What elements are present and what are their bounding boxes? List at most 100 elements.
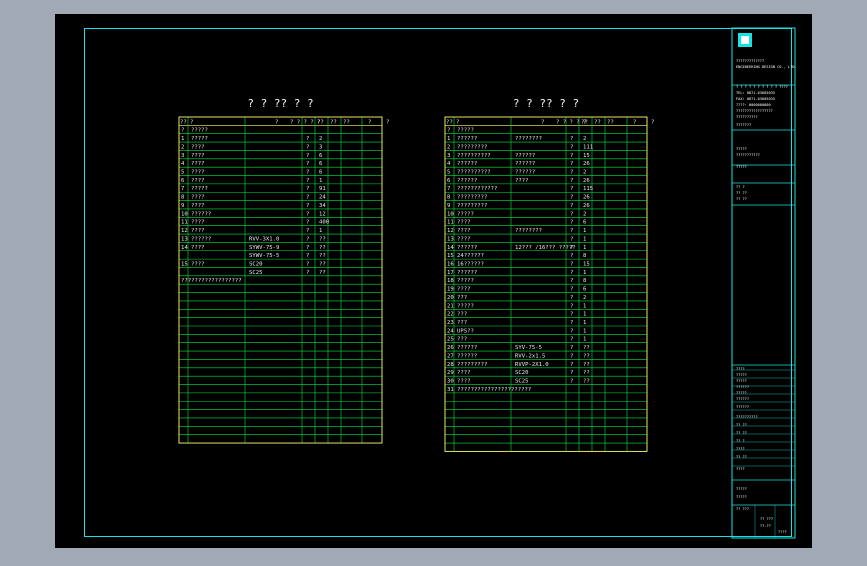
table-header-cell: ? xyxy=(456,119,459,125)
row-name: ?????? xyxy=(457,353,477,359)
row-model: RVV-2x1.5 xyxy=(515,353,545,359)
row-name: ???? xyxy=(191,195,204,201)
table-header-cell: ?? xyxy=(317,119,324,125)
row-number: 7 xyxy=(181,186,184,192)
row-qty: 400 xyxy=(319,220,329,226)
row-qty: 6 xyxy=(319,170,322,176)
row-number: 24 xyxy=(447,328,454,334)
row-unit: ? xyxy=(306,211,309,217)
row-unit: ? xyxy=(306,170,309,176)
row-unit: ? xyxy=(570,295,573,301)
row-qty: 1 xyxy=(583,228,586,234)
table-header-cell: ? ? ? ? ? xyxy=(290,119,320,125)
row-unit: ? xyxy=(306,161,309,167)
title-block-line: ???? xyxy=(736,447,745,451)
row-qty: 1 xyxy=(583,312,586,318)
row-name: ?????? xyxy=(457,270,477,276)
title-block-line: ????? xyxy=(736,147,747,151)
row-qty: 1 xyxy=(583,328,586,334)
row-unit: ? xyxy=(570,228,573,234)
row-unit: ? xyxy=(306,144,309,150)
row-qty: 2 xyxy=(319,136,322,142)
row-number: 1 xyxy=(181,136,184,142)
row-unit: ? xyxy=(306,195,309,201)
row-unit: ? xyxy=(306,228,309,234)
row-name: ???? xyxy=(191,144,204,150)
row-qty: 8 xyxy=(583,253,587,259)
row-name: ????? xyxy=(191,128,208,134)
row-number: 7 xyxy=(447,186,450,192)
row-qty: ?? xyxy=(319,245,326,251)
row-unit: ? xyxy=(570,211,573,217)
row-model: ???? xyxy=(515,178,528,184)
row-number: 15 xyxy=(447,253,454,259)
title-block-line: ???? xyxy=(736,467,745,471)
row-unit: ? xyxy=(570,170,573,176)
row-name: ???? xyxy=(457,379,470,385)
row-qty: 1 xyxy=(583,303,586,309)
title-block-line: ????? xyxy=(736,165,747,169)
row-qty: ?? xyxy=(583,362,590,368)
title-block-line: ?????? xyxy=(736,397,749,401)
table-title: ? ? ?? ? ? xyxy=(247,97,313,110)
row-unit: ? xyxy=(570,136,573,142)
title-block-line: ?????????? xyxy=(736,415,758,419)
sheet-number: ?? ??? xyxy=(760,517,773,521)
title-block-line: ?? ?? xyxy=(736,423,747,427)
row-qty: 6 xyxy=(583,287,586,293)
row-name: ???? xyxy=(191,220,204,226)
row-name: ????????? xyxy=(457,362,487,368)
row-unit: ? xyxy=(570,153,573,159)
row-number: 6 xyxy=(181,178,184,184)
row-unit: ? xyxy=(306,203,309,209)
row-number: 25 xyxy=(447,337,454,343)
row-model: ?????? xyxy=(515,161,535,167)
row-qty: 2 xyxy=(583,170,586,176)
row-unit: ? xyxy=(306,178,309,184)
row-qty: 6 xyxy=(583,220,586,226)
title-block-line: ?? ?? xyxy=(736,197,747,201)
table-header-cell: ? xyxy=(651,119,654,125)
row-unit: ? xyxy=(306,153,309,159)
title-block-line: ????? xyxy=(736,487,747,491)
row-unit: ? xyxy=(570,203,573,209)
row-number: 14 xyxy=(181,245,188,251)
page-number: ???? xyxy=(778,530,787,534)
row-unit: ? xyxy=(306,253,309,259)
row-model: ???????? xyxy=(515,136,542,142)
row-qty: 1 xyxy=(583,320,586,326)
row-name: ???? xyxy=(191,261,204,267)
row-number: 15 xyxy=(181,261,188,267)
row-model: SC20 xyxy=(249,261,262,267)
row-name: ???? xyxy=(191,178,204,184)
row-number: 16 xyxy=(447,261,454,267)
title-block-line: ????? xyxy=(736,391,747,395)
table-header-cell: ? xyxy=(633,119,636,125)
row-model: ?????? xyxy=(515,170,535,176)
row-model: RVVP-2X1.0 xyxy=(515,362,549,368)
row-unit: ? xyxy=(570,345,573,351)
row-model: SYWV-75-9 xyxy=(249,245,279,251)
row-name: ???? xyxy=(191,170,204,176)
row-number: 5 xyxy=(181,170,184,176)
row-unit: ? xyxy=(570,379,573,385)
row-model: SC20 xyxy=(515,370,528,376)
row-qty: 6 xyxy=(319,153,322,159)
row-unit: ? xyxy=(570,303,573,309)
title-block-line: ?? ? xyxy=(736,439,745,443)
table-header-cell: ?? xyxy=(180,119,187,125)
title-block-line: ????????????????? xyxy=(736,109,773,113)
row-unit: ? xyxy=(570,270,573,276)
row-name: ??? xyxy=(457,320,467,326)
table-header-cell: ?? xyxy=(446,119,453,125)
title-block-line: ?????? xyxy=(736,385,749,389)
row-number: 29 xyxy=(447,370,454,376)
row-unit: ? xyxy=(570,320,573,326)
row-number: 4 xyxy=(181,161,185,167)
title-block-line: ?? ?? xyxy=(736,191,747,195)
row-qty: 26 xyxy=(583,203,590,209)
row-name: ????? xyxy=(457,211,474,217)
row-name: ?????? xyxy=(457,161,477,167)
row-unit: ? xyxy=(570,220,573,226)
row-number: 3 xyxy=(181,153,184,159)
